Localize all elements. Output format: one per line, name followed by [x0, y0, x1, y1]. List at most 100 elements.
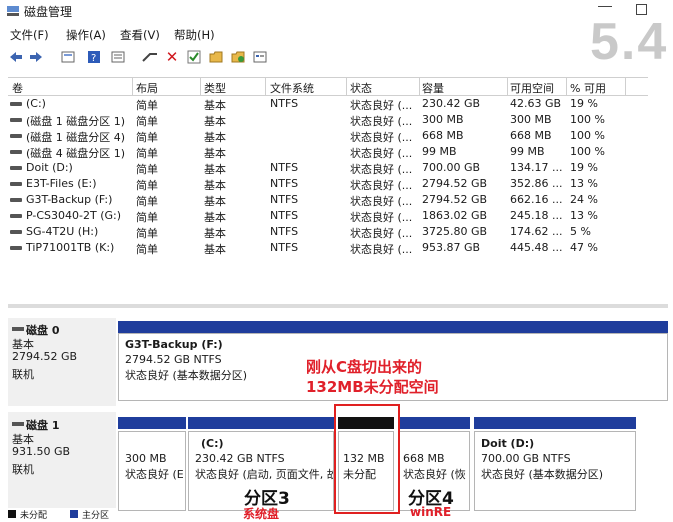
cell-volume: (磁盘 1 磁盘分区 4)	[26, 131, 126, 144]
back-icon[interactable]	[8, 49, 24, 65]
cell-filesystem: NTFS	[270, 209, 299, 222]
cell-type: 基本	[204, 195, 226, 208]
cell-free-space: 134.17 ...	[510, 161, 563, 174]
menu-view[interactable]: 查看(V)	[120, 27, 160, 43]
cell-type: 基本	[204, 179, 226, 192]
drive-icon	[10, 166, 22, 170]
table-row[interactable]: G3T-Backup (F:) 简单 基本 NTFS 状态良好 (... 2794.52 …	[8, 192, 648, 208]
annotation-partition-4-sub: winRE	[410, 505, 452, 519]
annotation-highlight-box	[334, 404, 400, 514]
cell-percent-free: 100 %	[570, 113, 605, 126]
partition-status: 状态良好 (基本数据分区)	[481, 468, 604, 481]
partition-size: 230.42 GB NTFS	[195, 452, 285, 465]
cell-volume: P-CS3040-2T (G:)	[26, 209, 122, 222]
partition-4-bar	[398, 417, 470, 429]
column-header-volume[interactable]: 卷	[12, 80, 23, 96]
table-row[interactable]: E3T-Files (E:) 简单 基本 NTFS 状态良好 (... 2794.52 G…	[8, 176, 648, 192]
table-row[interactable]: (磁盘 1 磁盘分区 1) 简单 基本 状态良好 (... 300 MB 300 MB 10…	[8, 112, 648, 128]
toolbar: ? ✕	[0, 46, 280, 70]
drive-icon	[10, 102, 22, 106]
cell-percent-free: 13 %	[570, 209, 598, 222]
drive-icon	[10, 198, 22, 202]
console-icon[interactable]	[60, 49, 76, 65]
column-header-capacity[interactable]: 容量	[422, 80, 444, 96]
partition-c-bar	[188, 417, 334, 429]
cell-capacity: 700.00 GB	[422, 161, 481, 174]
cell-layout: 简单	[136, 227, 158, 240]
drive-icon	[10, 182, 22, 186]
column-header-filesystem[interactable]: 文件系统	[270, 80, 314, 96]
svg-text:?: ?	[91, 53, 96, 64]
partition-d-bar	[474, 417, 636, 429]
table-row[interactable]: (磁盘 4 磁盘分区 1) 简单 基本 状态良好 (... 99 MB 99 MB 100 …	[8, 144, 648, 160]
disk-1-label[interactable]: 磁盘 1 基本 931.50 GB 联机	[8, 412, 116, 508]
drive-icon	[10, 214, 22, 218]
partition-1-bar	[118, 417, 186, 429]
cell-layout: 简单	[136, 195, 158, 208]
menu-file[interactable]: 文件(F)	[10, 27, 49, 43]
table-row[interactable]: P-CS3040-2T (G:) 简单 基本 NTFS 状态良好 (... 1863.02…	[8, 208, 648, 224]
column-header-percent-free[interactable]: % 可用	[570, 80, 606, 96]
cell-layout: 简单	[136, 99, 158, 112]
cell-percent-free: 13 %	[570, 177, 598, 190]
check-icon[interactable]	[186, 49, 202, 65]
cell-status: 状态良好 (...	[350, 211, 413, 224]
properties-icon[interactable]	[252, 49, 268, 65]
partition-status: 状态良好 (恢	[403, 468, 466, 481]
cell-type: 基本	[204, 243, 226, 256]
table-row[interactable]: TiP71001TB (K:) 简单 基本 NTFS 状态良好 (... 953.87 G…	[8, 240, 648, 256]
menu-action[interactable]: 操作(A)	[66, 27, 106, 43]
cell-capacity: 2794.52 GB	[422, 177, 488, 190]
cell-percent-free: 100 %	[570, 145, 605, 158]
disk-1-size: 931.50 GB	[12, 445, 71, 458]
cell-free-space: 42.63 GB	[510, 97, 562, 110]
menu-help[interactable]: 帮助(H)	[174, 27, 215, 43]
disk-1-partition-300mb[interactable]: 300 MB 状态良好 (E	[118, 431, 186, 511]
cell-filesystem: NTFS	[270, 193, 299, 206]
help-icon[interactable]: ?	[86, 49, 102, 65]
disk-1-partition-d[interactable]: Doit (D:) 700.00 GB NTFS 状态良好 (基本数据分区)	[474, 431, 636, 511]
cell-type: 基本	[204, 115, 226, 128]
cell-free-space: 300 MB	[510, 113, 552, 126]
folder-icon[interactable]	[208, 49, 224, 65]
disk-0-label[interactable]: 磁盘 0 基本 2794.52 GB 联机	[8, 318, 116, 406]
folder-open-icon[interactable]	[230, 49, 246, 65]
cell-percent-free: 24 %	[570, 193, 598, 206]
cell-capacity: 2794.52 GB	[422, 193, 488, 206]
list-icon[interactable]	[110, 49, 126, 65]
annotation-note-line1: 刚从C盘切出来的	[306, 358, 423, 376]
drive-icon	[10, 230, 22, 234]
column-header-type[interactable]: 类型	[204, 80, 226, 96]
menu-bar: 文件(F) 操作(A) 查看(V) 帮助(H)	[0, 24, 580, 44]
minimize-button[interactable]	[598, 6, 612, 7]
drive-icon	[10, 118, 22, 122]
cell-volume: (C:)	[26, 97, 46, 110]
table-row[interactable]: Doit (D:) 简单 基本 NTFS 状态良好 (... 700.00 GB 134.1…	[8, 160, 648, 176]
cell-percent-free: 5 %	[570, 225, 591, 238]
pane-splitter[interactable]	[8, 304, 668, 308]
table-row[interactable]: (C:) 简单 基本 NTFS 状态良好 (... 230.42 GB 42.63 GB 19…	[8, 96, 648, 112]
forward-icon[interactable]	[28, 49, 44, 65]
cell-filesystem: NTFS	[270, 177, 299, 190]
partition-size: 300 MB	[125, 452, 167, 465]
disk-management-app-icon	[7, 6, 19, 16]
connect-icon[interactable]	[142, 49, 158, 65]
column-header-layout[interactable]: 布局	[136, 80, 158, 96]
cell-free-space: 662.16 ...	[510, 193, 563, 206]
cell-free-space: 174.62 ...	[510, 225, 563, 238]
column-header-free-space[interactable]: 可用空间	[510, 80, 554, 96]
table-row[interactable]: (磁盘 1 磁盘分区 4) 简单 基本 状态良好 (... 668 MB 668 MB 10…	[8, 128, 648, 144]
column-header-status[interactable]: 状态	[350, 80, 372, 96]
volume-list: (C:) 简单 基本 NTFS 状态良好 (... 230.42 GB 42.63 GB 19…	[8, 96, 648, 296]
cell-capacity: 3725.80 GB	[422, 225, 488, 238]
disk-1-status: 联机	[12, 463, 34, 476]
cell-status: 状态良好 (...	[350, 99, 413, 112]
cell-filesystem: NTFS	[270, 225, 299, 238]
cell-volume: E3T-Files (E:)	[26, 177, 97, 190]
cell-type: 基本	[204, 163, 226, 176]
table-row[interactable]: SG-4T2U (H:) 简单 基本 NTFS 状态良好 (... 3725.80 GB 1…	[8, 224, 648, 240]
partition-status: 状态良好 (E	[125, 468, 184, 481]
legend-primary-swatch	[70, 510, 78, 518]
delete-icon[interactable]: ✕	[164, 48, 180, 66]
cell-percent-free: 19 %	[570, 97, 598, 110]
